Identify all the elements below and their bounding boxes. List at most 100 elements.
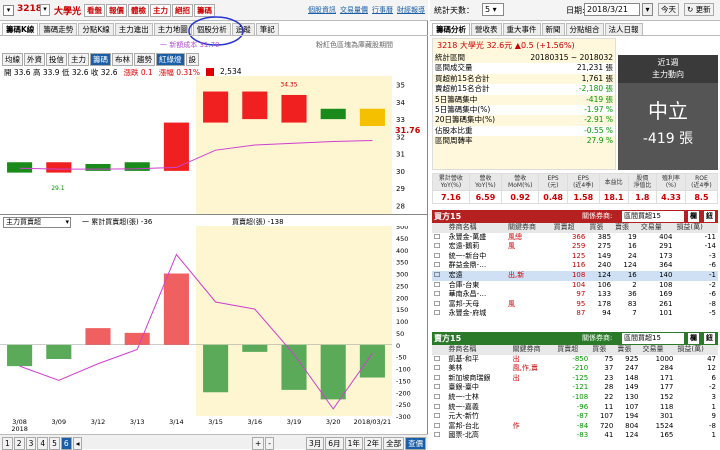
- sell-btn-button[interactable]: 鈕: [704, 333, 715, 344]
- row-checkbox[interactable]: ☐: [432, 261, 447, 271]
- table-row[interactable]: ☐ 凱基-和平 出 -850 75 925 1000 47: [432, 355, 718, 365]
- tab-events[interactable]: 重大事件: [502, 23, 541, 35]
- tab-revenue[interactable]: 營收表: [471, 23, 502, 35]
- table-cell: 合庫-台東: [448, 280, 480, 289]
- buy-btn-button[interactable]: 鈕: [704, 211, 715, 222]
- sell-related-select[interactable]: 區間買超15: [622, 333, 684, 344]
- tab-chip-trend[interactable]: 籌碼走勢: [39, 23, 78, 35]
- range-2y[interactable]: 2年: [363, 437, 383, 450]
- price-button[interactable]: 報價: [106, 4, 127, 17]
- row-checkbox[interactable]: ☐: [432, 281, 447, 291]
- table-row[interactable]: ☐ 永豐金-萬盛 風總 366 385 19 404 -11: [432, 233, 718, 243]
- table-row[interactable]: ☐ 統一-新台中 125 149 24 173 -3: [432, 252, 718, 262]
- tab-chip-analysis[interactable]: 籌碼分析: [432, 23, 470, 35]
- table-row[interactable]: ☐ 臺銀-臺中 -121 28 149 177 -2: [432, 383, 718, 393]
- date-input[interactable]: 2018/3/21: [584, 3, 640, 16]
- table-row[interactable]: ☐ 華南永昌-… 97 133 36 169 -6: [432, 290, 718, 300]
- table-row[interactable]: ☐ 富邦-天母 風 95 178 83 261 -8: [432, 300, 718, 310]
- checkup-button[interactable]: 體檢: [128, 4, 149, 17]
- buy-related-select[interactable]: 區間買超15: [622, 211, 684, 222]
- tab-chip-kline[interactable]: 籌碼K線: [2, 23, 39, 35]
- row-checkbox[interactable]: ☐: [432, 271, 447, 281]
- sell-col-button[interactable]: 欄: [688, 333, 699, 344]
- table-row[interactable]: ☐ 永豐金-府城 87 94 7 101 -5: [432, 309, 718, 319]
- row-checkbox[interactable]: ☐: [432, 233, 447, 243]
- ind-trend[interactable]: 趨勢: [134, 53, 155, 66]
- row-checkbox[interactable]: ☐: [432, 422, 446, 432]
- fund-head: EPS (元): [538, 173, 568, 191]
- refresh-button[interactable]: ↻ 更新: [684, 3, 714, 16]
- table-cell: -5: [709, 309, 716, 318]
- page-3[interactable]: 3: [25, 437, 37, 450]
- ind-main[interactable]: 主力: [68, 53, 89, 66]
- link-news[interactable]: 財經報導: [397, 5, 425, 15]
- zoom-in-button[interactable]: +: [252, 437, 265, 450]
- row-checkbox[interactable]: ☐: [432, 431, 446, 441]
- row-checkbox[interactable]: ☐: [432, 300, 447, 310]
- row-checkbox[interactable]: ☐: [432, 252, 447, 262]
- main-force-button[interactable]: 主力: [150, 4, 171, 17]
- ind-ma[interactable]: 均線: [2, 53, 23, 66]
- tab-main-inout[interactable]: 主力進出: [114, 23, 153, 35]
- table-row[interactable]: ☐ 宏遠-鵝莉 風 259 275 16 291 -14: [432, 242, 718, 252]
- table-row[interactable]: ☐ 統一-嘉義 -96 11 107 118 1: [432, 403, 718, 413]
- row-checkbox[interactable]: ☐: [432, 412, 446, 422]
- link-calendar[interactable]: 行事曆: [372, 5, 393, 15]
- table-row[interactable]: ☐ 合庫-台東 104 106 2 108 -2: [432, 281, 718, 291]
- table-row[interactable]: ☐ 國票-北高 -83 41 124 165 1: [432, 431, 718, 441]
- row-checkbox[interactable]: ☐: [432, 309, 447, 319]
- tab-notes[interactable]: 筆記: [255, 23, 279, 35]
- zoom-out-button[interactable]: -: [265, 437, 275, 450]
- row-checkbox[interactable]: ☐: [432, 242, 447, 252]
- ind-foreign[interactable]: 外資: [24, 53, 45, 66]
- tab-news[interactable]: 新聞: [541, 23, 565, 35]
- table-cell: 華南永昌-…: [448, 290, 487, 299]
- row-checkbox[interactable]: ☐: [432, 364, 446, 374]
- table-row[interactable]: ☐ 元大-新竹 -87 107 194 301 9: [432, 412, 718, 422]
- table-row[interactable]: ☐ 富邦-台北 作 -84 720 804 1524 -8: [432, 422, 718, 432]
- stat-row: 統計區間 20180315 ~ 2018032: [433, 53, 615, 64]
- page-5[interactable]: 5: [49, 437, 60, 450]
- row-checkbox[interactable]: ☐: [432, 393, 446, 403]
- ind-boll[interactable]: 布林: [112, 53, 133, 66]
- row-checkbox[interactable]: ☐: [432, 290, 447, 300]
- range-all[interactable]: 全部: [383, 437, 405, 450]
- page-4[interactable]: 4: [37, 437, 49, 450]
- table-row[interactable]: ☐ 美林 風,作,賣 -210 37 247 284 12: [432, 364, 718, 374]
- tab-institution[interactable]: 法人日報: [604, 23, 643, 35]
- page-2[interactable]: 2: [13, 437, 25, 450]
- row-checkbox[interactable]: ☐: [432, 383, 446, 393]
- days-select[interactable]: 5 ▾: [482, 3, 504, 16]
- table-cell: 169: [659, 290, 673, 299]
- ind-settings[interactable]: 設: [185, 53, 199, 66]
- check-price-button[interactable]: 查價: [405, 437, 427, 450]
- dropdown-arrow-icon[interactable]: ▾: [3, 5, 14, 16]
- page-1[interactable]: 1: [2, 437, 13, 450]
- tab-branch-combo[interactable]: 分點組合: [565, 23, 604, 35]
- row-checkbox[interactable]: ☐: [432, 355, 446, 365]
- quote-button[interactable]: 看盤: [84, 4, 105, 17]
- table-row[interactable]: ☐ 宏遠 出,新 108 124 16 140 -1: [432, 270, 718, 281]
- table-row[interactable]: ☐ 新加坡商瑞銀 出 -125 23 148 171 6: [432, 374, 718, 384]
- range-1y[interactable]: 1年: [344, 437, 363, 450]
- buy-col-button[interactable]: 欄: [688, 211, 699, 222]
- table-row[interactable]: ☐ 統一-士林 -108 22 130 152 3: [432, 393, 718, 403]
- top-links: 個股資訊 交易量價 行事曆 財經報導: [308, 5, 425, 15]
- link-trade-volume[interactable]: 交易量價: [340, 5, 368, 15]
- search-icon[interactable]: ▾: [40, 4, 50, 16]
- range-6m[interactable]: 6月: [325, 437, 344, 450]
- link-stock-info[interactable]: 個股資訊: [308, 5, 336, 15]
- page-6[interactable]: 6: [60, 437, 72, 450]
- today-button[interactable]: 今天: [658, 3, 679, 16]
- ind-trust[interactable]: 投信: [46, 53, 67, 66]
- table-row[interactable]: ☐ 群益金鼎-… 116 240 124 364 -6: [432, 261, 718, 271]
- row-checkbox[interactable]: ☐: [432, 403, 446, 413]
- range-3m[interactable]: 3月: [306, 437, 325, 450]
- scroll-left-icon[interactable]: ◂: [72, 437, 83, 450]
- tab-branch-kline[interactable]: 分點K線: [78, 23, 114, 35]
- row-checkbox[interactable]: ☐: [432, 374, 446, 384]
- table-cell: 106: [597, 280, 612, 289]
- calendar-icon[interactable]: ▾: [642, 3, 653, 16]
- ind-chip[interactable]: 籌碼: [90, 53, 111, 66]
- ind-traffic[interactable]: 紅綠燈: [156, 53, 185, 66]
